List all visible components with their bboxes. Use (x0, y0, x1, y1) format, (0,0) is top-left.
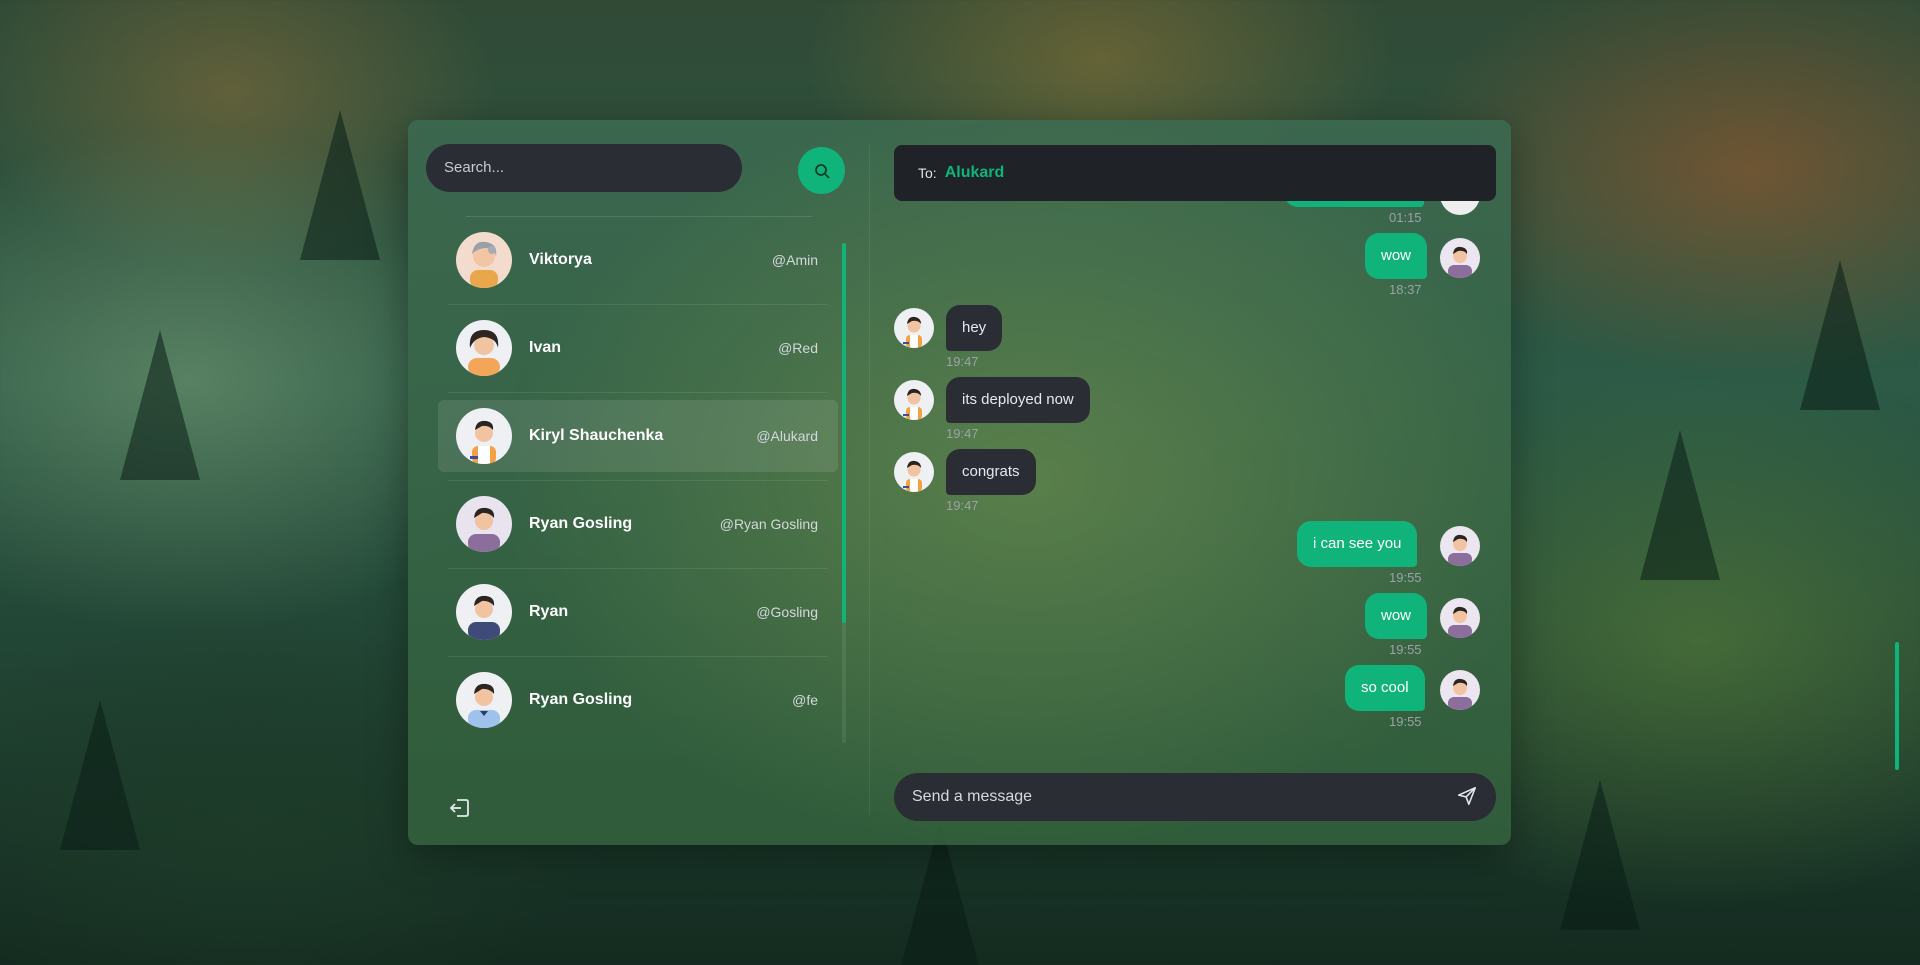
avatar (456, 232, 512, 288)
chat-area: To: Alukard 01:15 wow 18:37 hey 19:47 it… (894, 120, 1899, 845)
background-tree (60, 700, 140, 850)
message-time: 19:47 (946, 354, 979, 369)
message-time: 19:55 (1389, 642, 1422, 657)
message-time: 19:55 (1389, 570, 1422, 585)
contact-handle: @fe (792, 692, 818, 708)
avatar (456, 408, 512, 464)
sidebar: Viktorya @Amin Ivan @Red (408, 120, 870, 845)
divider (448, 304, 828, 305)
background-tree (1640, 430, 1720, 580)
contacts-scrollbar[interactable] (842, 243, 846, 743)
contact-name: Kiryl Shauchenka (529, 427, 664, 444)
search-button[interactable] (798, 147, 845, 194)
message-time: 19:47 (946, 426, 979, 441)
avatar (894, 380, 934, 420)
divider (448, 392, 828, 393)
avatar (1440, 526, 1480, 566)
contact-name: Viktorya (529, 251, 592, 268)
to-label: To: (918, 165, 937, 181)
contact-item-active[interactable]: Kiryl Shauchenka @Alukard (438, 400, 838, 481)
avatar (1440, 670, 1480, 710)
divider (466, 216, 812, 217)
message-list: 01:15 wow 18:37 hey 19:47 its deployed n… (894, 201, 1484, 771)
message-time: 18:37 (1389, 282, 1422, 297)
contact-handle: @Alukard (756, 428, 818, 444)
message-bubble: so cool (1345, 665, 1425, 711)
message-bubble: its deployed now (946, 377, 1090, 423)
background-tree (1800, 260, 1880, 410)
message-bubble: wow (1365, 233, 1428, 279)
avatar (894, 308, 934, 348)
contact-handle: @Amin (771, 252, 818, 268)
contact-item[interactable]: Viktorya @Amin (438, 232, 838, 305)
contact-list: Viktorya @Amin Ivan @Red Kiryl Shauchenk… (438, 232, 838, 760)
divider (448, 568, 828, 569)
avatar (456, 496, 512, 552)
scrollbar-thumb[interactable] (842, 243, 846, 623)
contact-item[interactable]: Ivan @Red (438, 312, 838, 393)
contact-item[interactable]: Ryan @Gosling (438, 576, 838, 657)
message-bubble: wow (1365, 593, 1428, 639)
contact-item[interactable]: Ryan Gosling @fe (438, 664, 838, 736)
contact-handle: @Ryan Gosling (719, 516, 818, 532)
recipient-name: Alukard (944, 164, 1005, 181)
message-time: 19:47 (946, 498, 979, 513)
message-input[interactable] (894, 773, 1496, 821)
avatar (456, 672, 512, 728)
messages-scrollbar[interactable] (1895, 642, 1899, 770)
chat-header: To: Alukard (894, 145, 1496, 201)
contact-name: Ryan Gosling (529, 515, 633, 532)
logout-button[interactable] (448, 796, 472, 820)
divider (448, 480, 828, 481)
contact-name: Ivan (529, 339, 562, 356)
panel-divider (869, 145, 870, 815)
logout-icon (449, 799, 469, 817)
contact-handle: @Gosling (756, 604, 818, 620)
contact-name: Ryan Gosling (529, 691, 633, 708)
search-input[interactable] (426, 144, 742, 192)
message-bubble: hey (946, 305, 1003, 351)
message-bubble: congrats (946, 449, 1036, 495)
avatar (456, 584, 512, 640)
avatar (1440, 598, 1480, 638)
avatar (456, 320, 512, 376)
background-tree (300, 110, 380, 260)
background-tree (1560, 780, 1640, 930)
avatar (1440, 238, 1480, 278)
contact-item[interactable]: Ryan Gosling @Ryan Gosling (438, 488, 838, 569)
avatar (894, 452, 934, 492)
avatar (1440, 201, 1480, 215)
message-time: 01:15 (1389, 210, 1422, 225)
background-tree (120, 330, 200, 480)
chat-app-window: Viktorya @Amin Ivan @Red (408, 120, 1899, 845)
divider (448, 656, 828, 657)
contact-handle: @Red (778, 340, 818, 356)
send-icon (1457, 786, 1477, 806)
message-bubble: i can see you (1297, 521, 1418, 567)
send-button[interactable] (1456, 785, 1480, 809)
contact-name: Ryan (529, 603, 569, 620)
search-icon (814, 163, 829, 178)
message-time: 19:55 (1389, 714, 1422, 729)
message-bubble (1284, 201, 1424, 207)
